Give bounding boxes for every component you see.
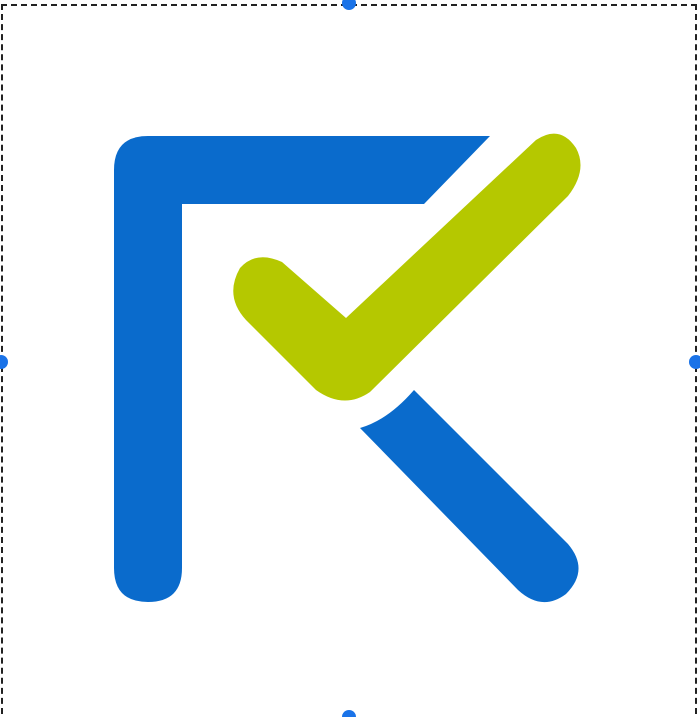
resize-handle-bottom[interactable] [342, 710, 356, 717]
editor-canvas[interactable] [0, 0, 700, 717]
selection-border [1, 4, 697, 717]
selection-box[interactable] [0, 0, 700, 717]
resize-handle-right[interactable] [689, 355, 700, 369]
